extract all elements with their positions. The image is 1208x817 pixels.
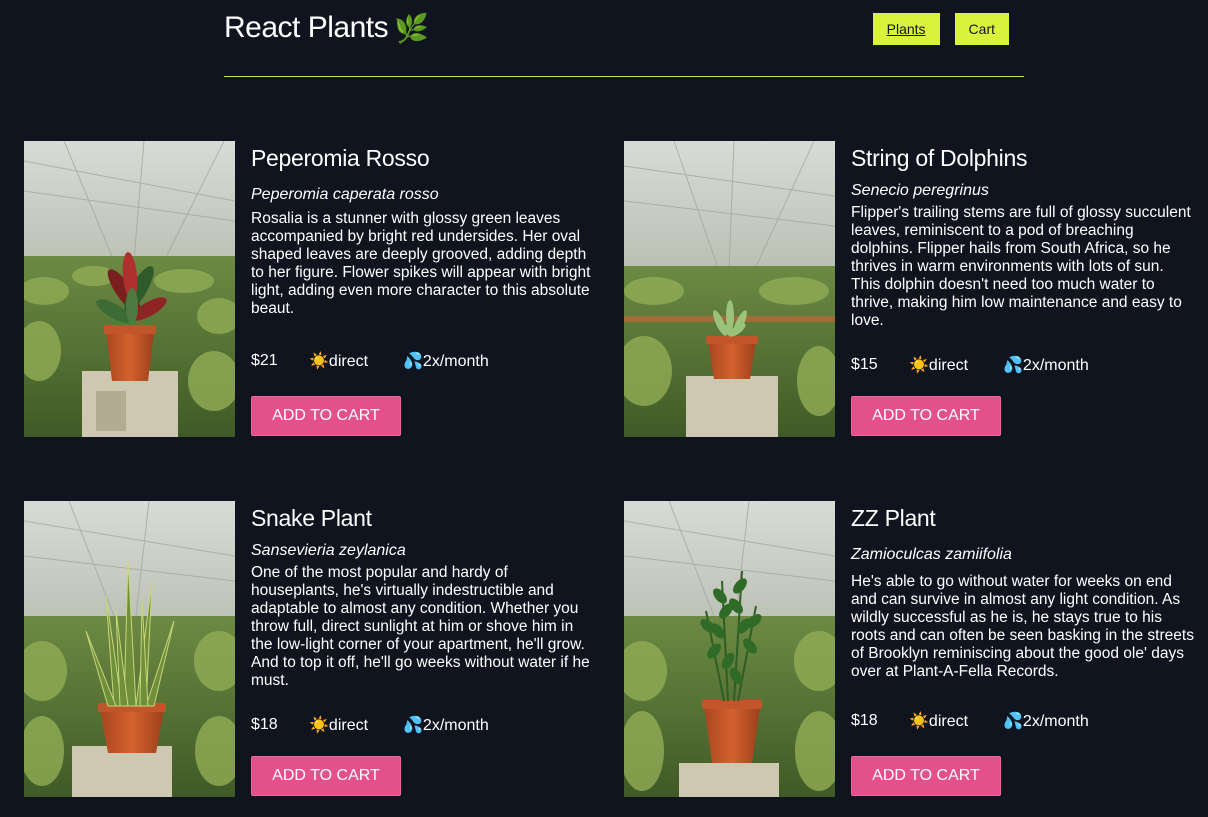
water-requirement: 💦2x/month bbox=[403, 715, 489, 735]
nav-cart-button[interactable]: Cart bbox=[954, 13, 1009, 45]
water-value: 2x/month bbox=[1022, 713, 1089, 730]
add-to-cart-button[interactable]: ADD TO CART bbox=[251, 756, 401, 796]
sun-icon: ☀️ bbox=[909, 357, 929, 374]
light-requirement: ☀️direct bbox=[309, 715, 403, 735]
plant-info: String of Dolphins Senecio peregrinus Fl… bbox=[851, 141, 1196, 330]
water-requirement: 💦2x/month bbox=[1003, 355, 1089, 375]
plant-stats: $15 ☀️direct 💦2x/month bbox=[851, 355, 1089, 375]
light-value: direct bbox=[328, 717, 369, 734]
plant-info: ZZ Plant Zamioculcas zamiifolia He's abl… bbox=[851, 501, 1196, 681]
plant-photo bbox=[24, 501, 235, 797]
plant-stats: $18 ☀️direct 💦2x/month bbox=[251, 715, 489, 735]
plant-price: $18 bbox=[251, 716, 278, 733]
plant-info: Snake Plant Sansevieria zeylanica One of… bbox=[251, 501, 596, 690]
brand-title: React Plants bbox=[224, 11, 389, 44]
plant-name: ZZ Plant bbox=[851, 505, 936, 531]
plant-photo bbox=[24, 141, 235, 437]
plant-description: Flipper's trailing stems are full of glo… bbox=[851, 204, 1191, 329]
sun-icon: ☀️ bbox=[909, 713, 929, 730]
plant-photo bbox=[624, 141, 835, 437]
water-value: 2x/month bbox=[1022, 357, 1089, 374]
plant-price: $18 bbox=[851, 712, 878, 729]
plant-card: Snake Plant Sansevieria zeylanica One of… bbox=[24, 501, 604, 801]
plant-latin-name: Zamioculcas zamiifolia bbox=[851, 546, 1012, 563]
plant-price: $21 bbox=[251, 352, 278, 369]
water-drops-icon: 💦 bbox=[1003, 357, 1023, 374]
light-value: direct bbox=[928, 713, 969, 730]
plant-photo bbox=[624, 501, 835, 797]
brand[interactable]: React Plants 🌿 bbox=[224, 11, 429, 45]
sun-icon: ☀️ bbox=[309, 717, 329, 734]
plant-card: Peperomia Rosso Peperomia caperata rosso… bbox=[24, 141, 604, 441]
light-requirement: ☀️direct bbox=[309, 351, 403, 371]
add-to-cart-button[interactable]: ADD TO CART bbox=[851, 756, 1001, 796]
nav-plants-label: Plants bbox=[886, 21, 926, 37]
plant-name: Snake Plant bbox=[251, 505, 372, 531]
plant-description: One of the most popular and hardy of hou… bbox=[251, 564, 590, 689]
plant-description: He's able to go without water for weeks … bbox=[851, 573, 1194, 680]
water-drops-icon: 💦 bbox=[403, 353, 423, 370]
light-requirement: ☀️direct bbox=[909, 711, 1003, 731]
site-header: React Plants 🌿 Plants Cart bbox=[224, 0, 1024, 77]
water-value: 2x/month bbox=[422, 717, 489, 734]
water-value: 2x/month bbox=[422, 353, 489, 370]
water-requirement: 💦2x/month bbox=[1003, 711, 1089, 731]
plant-stats: $21 ☀️direct 💦2x/month bbox=[251, 351, 489, 371]
water-drops-icon: 💦 bbox=[1003, 713, 1023, 730]
nav-cart-label: Cart bbox=[968, 21, 995, 37]
plant-info: Peperomia Rosso Peperomia caperata rosso… bbox=[251, 141, 596, 318]
plant-name: String of Dolphins bbox=[851, 145, 1028, 171]
plant-latin-name: Senecio peregrinus bbox=[851, 182, 989, 199]
plant-card: String of Dolphins Senecio peregrinus Fl… bbox=[624, 141, 1204, 441]
plant-price: $15 bbox=[851, 356, 878, 373]
plant-card: ZZ Plant Zamioculcas zamiifolia He's abl… bbox=[624, 501, 1204, 801]
light-value: direct bbox=[328, 353, 369, 370]
water-requirement: 💦2x/month bbox=[403, 351, 489, 371]
plant-latin-name: Peperomia caperata rosso bbox=[251, 186, 439, 203]
main-nav: Plants Cart bbox=[872, 13, 1009, 45]
add-to-cart-button[interactable]: ADD TO CART bbox=[251, 396, 401, 436]
add-to-cart-button[interactable]: ADD TO CART bbox=[851, 396, 1001, 436]
water-drops-icon: 💦 bbox=[403, 717, 423, 734]
light-value: direct bbox=[928, 357, 969, 374]
plant-stats: $18 ☀️direct 💦2x/month bbox=[851, 711, 1089, 731]
plant-latin-name: Sansevieria zeylanica bbox=[251, 542, 406, 559]
light-requirement: ☀️direct bbox=[909, 355, 1003, 375]
nav-plants-button[interactable]: Plants bbox=[872, 13, 940, 45]
sun-icon: ☀️ bbox=[309, 353, 329, 370]
leaf-icon: 🌿 bbox=[394, 12, 429, 44]
plant-name: Peperomia Rosso bbox=[251, 145, 430, 171]
plant-description: Rosalia is a stunner with glossy green l… bbox=[251, 210, 591, 317]
